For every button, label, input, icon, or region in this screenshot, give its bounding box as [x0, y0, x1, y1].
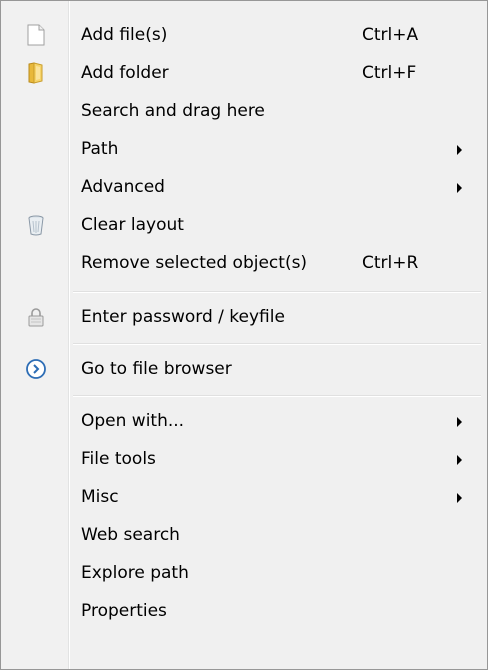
menu-item-search-and-drag[interactable]: Search and drag here: [4, 92, 484, 130]
menu-item-label: Search and drag here: [81, 101, 265, 121]
menu-item-label: File tools: [81, 449, 156, 469]
menu-item-label: Enter password / keyfile: [81, 307, 285, 327]
menu-item-web-search[interactable]: Web search: [4, 516, 484, 554]
menu-item-label: Open with...: [81, 411, 185, 431]
menu-item-misc[interactable]: Misc: [4, 478, 484, 516]
menu-item-explore-path[interactable]: Explore path: [4, 554, 484, 592]
menu-item-go-to-file-browser[interactable]: Go to file browser: [4, 350, 484, 388]
file-icon: [24, 23, 48, 47]
menu-item-shortcut: Ctrl+A: [362, 25, 419, 45]
menu-item-label: Path: [81, 139, 119, 159]
menu-item-path[interactable]: Path: [4, 130, 484, 168]
menu-item-clear-layout[interactable]: Clear layout: [4, 206, 484, 244]
menu-item-remove-selected[interactable]: Remove selected object(s) Ctrl+R: [4, 244, 484, 282]
menu-item-advanced[interactable]: Advanced: [4, 168, 484, 206]
menu-item-shortcut: Ctrl+R: [362, 253, 419, 273]
submenu-arrow-icon: [457, 493, 462, 503]
menu-separator: [73, 291, 481, 293]
context-menu: Add file(s) Ctrl+A Add folder Ctrl+F Sea…: [0, 0, 488, 670]
lock-icon: [24, 305, 48, 329]
menu-item-file-tools[interactable]: File tools: [4, 440, 484, 478]
menu-item-label: Remove selected object(s): [81, 253, 308, 273]
circle-arrow-right-icon: [24, 357, 48, 381]
menu-item-enter-password[interactable]: Enter password / keyfile: [4, 298, 484, 336]
menu-item-label: Add folder: [81, 63, 169, 83]
folder-icon: [24, 61, 48, 85]
menu-item-label: Explore path: [81, 563, 189, 583]
trash-icon: [24, 213, 48, 237]
menu-item-label: Misc: [81, 487, 119, 507]
menu-separator: [73, 395, 481, 397]
menu-item-label: Web search: [81, 525, 180, 545]
menu-item-add-folder[interactable]: Add folder Ctrl+F: [4, 54, 484, 92]
menu-item-label: Properties: [81, 601, 167, 621]
menu-separator: [73, 343, 481, 345]
submenu-arrow-icon: [457, 145, 462, 155]
menu-item-label: Go to file browser: [81, 359, 232, 379]
menu-item-label: Clear layout: [81, 215, 184, 235]
menu-item-properties[interactable]: Properties: [4, 592, 484, 630]
submenu-arrow-icon: [457, 417, 462, 427]
menu-item-shortcut: Ctrl+F: [362, 63, 417, 83]
menu-item-label: Add file(s): [81, 25, 168, 45]
menu-item-add-files[interactable]: Add file(s) Ctrl+A: [4, 16, 484, 54]
menu-item-open-with[interactable]: Open with...: [4, 402, 484, 440]
submenu-arrow-icon: [457, 455, 462, 465]
menu-item-label: Advanced: [81, 177, 165, 197]
submenu-arrow-icon: [457, 183, 462, 193]
